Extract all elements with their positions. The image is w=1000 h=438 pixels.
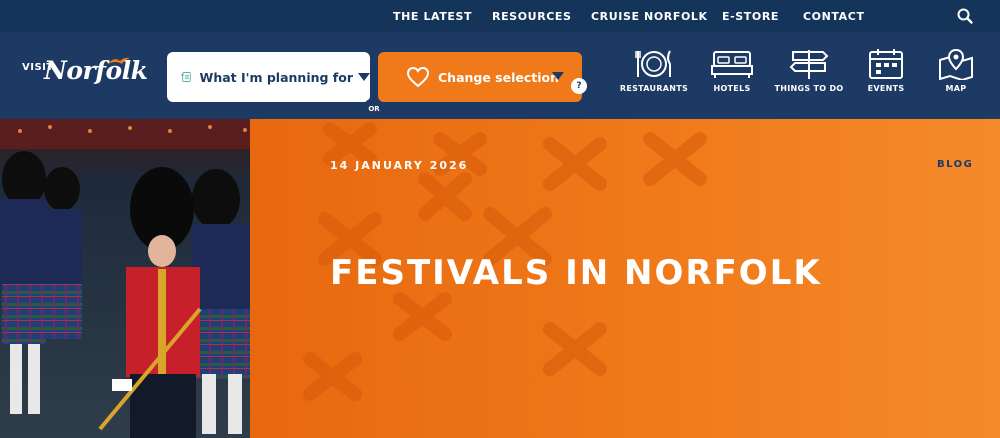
- bed-icon: [711, 51, 753, 78]
- nav-things-to-do-label: THINGS TO DO: [774, 84, 844, 93]
- nav-restaurants[interactable]: RESTAURANTS: [618, 48, 690, 108]
- calendar-icon: [869, 49, 903, 79]
- page-title: FESTIVALS IN NORFOLK: [330, 253, 822, 293]
- chevron-down-icon: [358, 73, 370, 81]
- link-the-latest[interactable]: THE LATEST: [393, 10, 472, 23]
- selection-count-badge: ?: [571, 78, 587, 94]
- chevron-down-icon: [552, 72, 564, 80]
- search-icon[interactable]: [956, 7, 974, 25]
- map-pin-icon: [939, 48, 973, 80]
- nav-map[interactable]: MAP: [930, 48, 982, 108]
- link-e-store[interactable]: E-STORE: [722, 10, 779, 23]
- plate-cutlery-icon: [635, 50, 671, 77]
- nav-events[interactable]: EVENTS: [860, 48, 912, 108]
- checklist-icon: [181, 72, 191, 82]
- link-resources[interactable]: RESOURCES: [492, 10, 572, 23]
- article-date: 14 JANUARY 2026: [330, 159, 469, 172]
- nav-hotels-label: HOTELS: [713, 84, 751, 93]
- bird-logo-icon: [108, 57, 130, 64]
- nav-events-label: EVENTS: [867, 84, 905, 93]
- planning-for-label: What I'm planning for: [199, 69, 353, 85]
- hero-banner: 14 JANUARY 2026 BLOG FESTIVALS IN NORFOL…: [0, 119, 1000, 438]
- link-contact[interactable]: CONTACT: [803, 10, 865, 23]
- link-cruise-norfolk[interactable]: CRUISE NORFOLK: [591, 10, 708, 23]
- heart-icon: [406, 66, 430, 88]
- hero-photo: [0, 119, 270, 438]
- planning-for-dropdown[interactable]: What I'm planning for: [167, 52, 370, 102]
- change-selection-label: Change selection: [438, 69, 560, 85]
- visit-norfolk-logo[interactable]: VISIT Norfolk: [22, 54, 148, 94]
- change-selection-dropdown[interactable]: Change selection: [378, 52, 582, 102]
- main-header: VISIT Norfolk What I'm planning for OR C…: [0, 32, 1000, 120]
- signpost-icon: [789, 50, 829, 79]
- nav-map-label: MAP: [945, 84, 967, 93]
- utility-bar: THE LATEST RESOURCES CRUISE NORFOLK E-ST…: [0, 0, 1000, 32]
- nav-things-to-do[interactable]: THINGS TO DO: [772, 48, 846, 108]
- blog-category-tag[interactable]: BLOG: [937, 159, 973, 170]
- nav-hotels[interactable]: HOTELS: [706, 48, 758, 108]
- nav-restaurants-label: RESTAURANTS: [619, 84, 689, 93]
